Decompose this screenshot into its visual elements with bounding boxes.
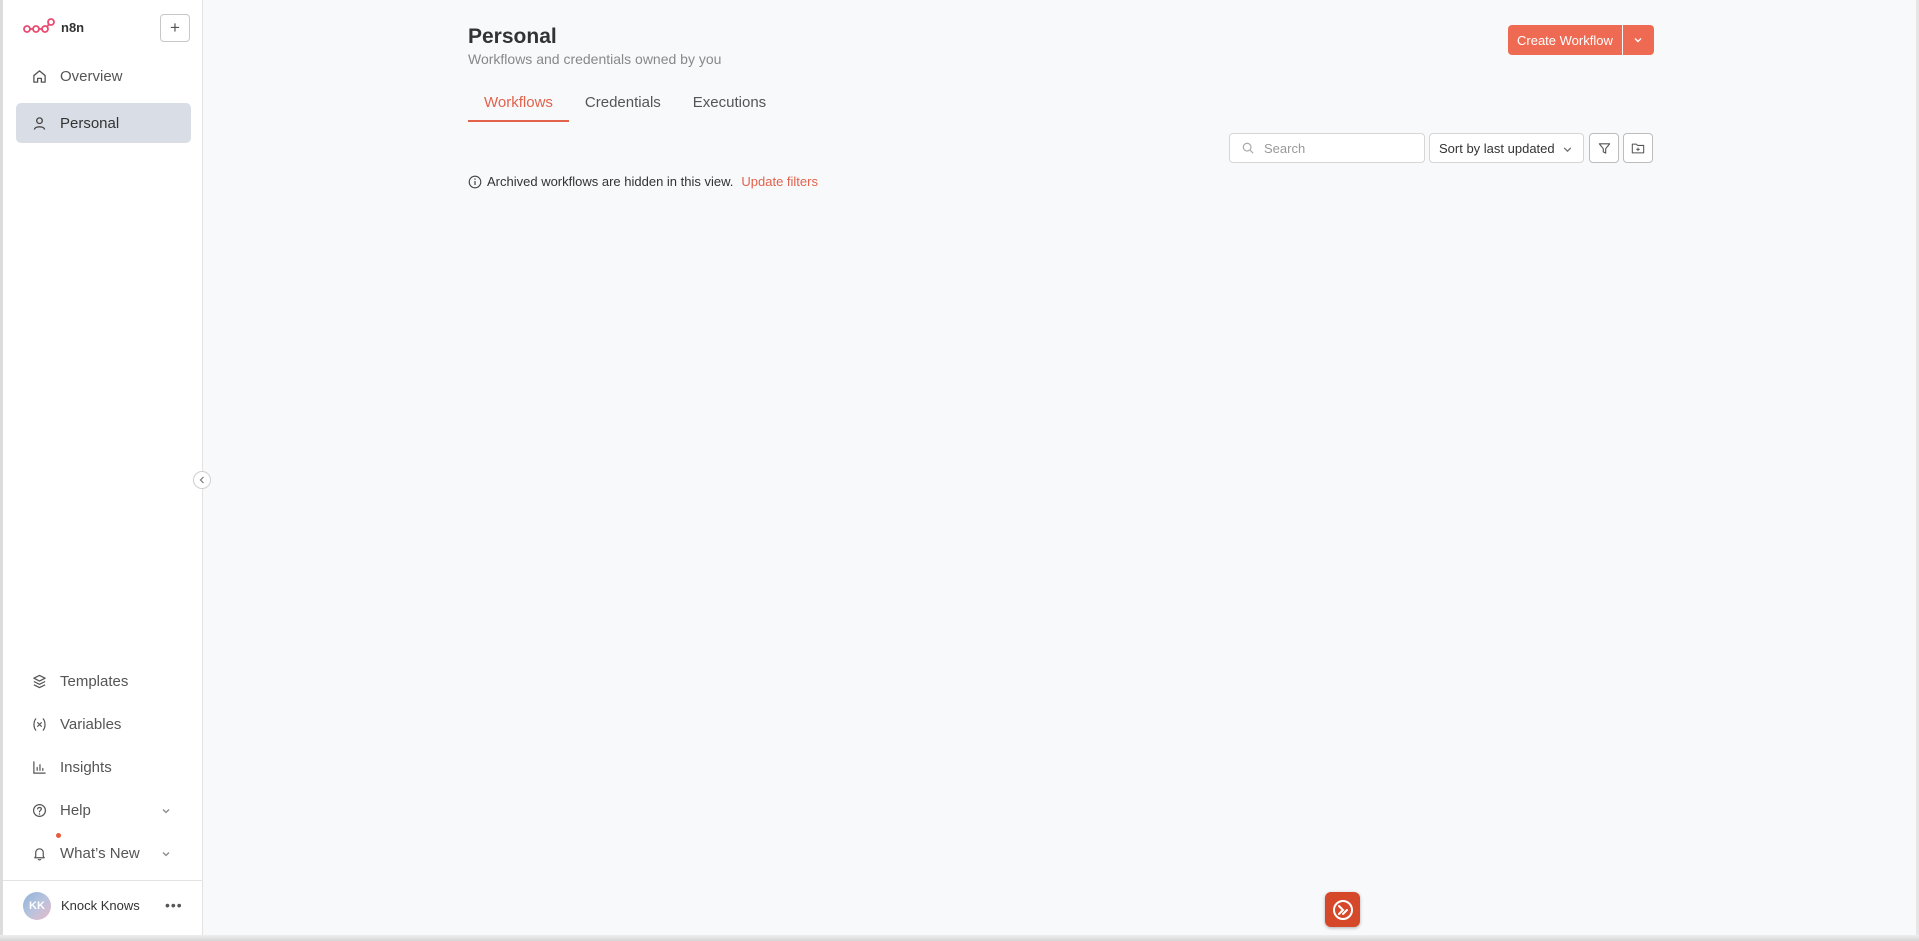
chevron-down-icon [161, 846, 171, 863]
search-field[interactable] [1229, 133, 1425, 163]
notification-dot [56, 833, 61, 838]
add-new-button[interactable]: + [160, 14, 190, 42]
sidebar-item-whats-new[interactable]: What’s New [16, 833, 191, 873]
sidebar-item-variables[interactable]: Variables [16, 704, 191, 744]
tab-executions[interactable]: Executions [677, 94, 782, 122]
templates-icon [31, 673, 47, 689]
collapse-sidebar-button[interactable] [193, 471, 211, 489]
window-frame-bottom [0, 935, 1919, 941]
folder-plus-icon [1631, 143, 1645, 153]
tab-credentials[interactable]: Credentials [569, 94, 677, 122]
info-icon [468, 175, 482, 188]
app-window: n8n + Overview Personal Templates Variab… [0, 0, 1919, 941]
chart-icon [31, 759, 47, 775]
page-title: Personal [468, 25, 557, 48]
filter-button[interactable] [1589, 133, 1619, 163]
user-icon [31, 115, 47, 131]
page-subtitle: Workflows and credentials owned by you [468, 51, 722, 67]
create-dropdown-button[interactable] [1622, 25, 1654, 55]
avatar: KK [23, 891, 51, 920]
sidebar-item-label: Help [60, 801, 91, 819]
user-name: Knock Knows [61, 898, 140, 913]
archived-notice: Archived workflows are hidden in this vi… [468, 174, 818, 189]
chevron-left-icon [199, 476, 204, 484]
update-filters-link[interactable]: Update filters [741, 174, 818, 189]
sidebar: n8n + Overview Personal Templates Variab… [3, 0, 203, 935]
filter-icon [1598, 142, 1610, 154]
tab-workflows[interactable]: Workflows [468, 94, 569, 122]
variables-icon [31, 716, 47, 732]
chevron-down-icon [161, 803, 171, 820]
sidebar-item-personal[interactable]: Personal [16, 103, 191, 143]
chevron-down-icon [1562, 143, 1573, 158]
create-workflow-button[interactable]: Create Workflow [1508, 25, 1622, 55]
new-folder-button[interactable] [1623, 133, 1653, 163]
chevron-down-icon [1634, 38, 1642, 43]
sidebar-item-label: Templates [60, 672, 129, 690]
more-options-icon[interactable]: ••• [165, 897, 183, 913]
sidebar-item-label: What’s New [60, 844, 140, 862]
sort-select[interactable]: Sort by last updated [1429, 133, 1584, 163]
sidebar-item-overview[interactable]: Overview [16, 56, 191, 96]
remote-desktop-icon[interactable] [1325, 892, 1360, 927]
sidebar-item-label: Insights [60, 758, 112, 776]
search-input[interactable] [1264, 140, 1414, 156]
sidebar-item-label: Variables [60, 715, 122, 733]
user-menu[interactable]: KK Knock Knows ••• [3, 880, 203, 930]
sidebar-item-templates[interactable]: Templates [16, 661, 191, 701]
help-icon [31, 802, 47, 818]
remote-desktop-glyph-icon [1332, 899, 1353, 920]
n8n-logo-icon [23, 18, 55, 33]
search-icon [1242, 142, 1254, 154]
brand-logo[interactable]: n8n [23, 18, 84, 36]
notice-text: Archived workflows are hidden in this vi… [487, 174, 734, 189]
brand-name: n8n [61, 19, 85, 35]
sidebar-item-label: Overview [60, 67, 123, 85]
sidebar-item-insights[interactable]: Insights [16, 747, 191, 787]
tab-bar: Workflows Credentials Executions [468, 94, 782, 122]
sort-select-value: Sort by last updated [1439, 140, 1555, 156]
sidebar-item-help[interactable]: Help [16, 790, 191, 830]
sidebar-item-label: Personal [60, 114, 120, 132]
bell-icon [31, 845, 47, 861]
home-icon [31, 68, 47, 84]
create-workflow-group: Create Workflow [1508, 25, 1654, 55]
